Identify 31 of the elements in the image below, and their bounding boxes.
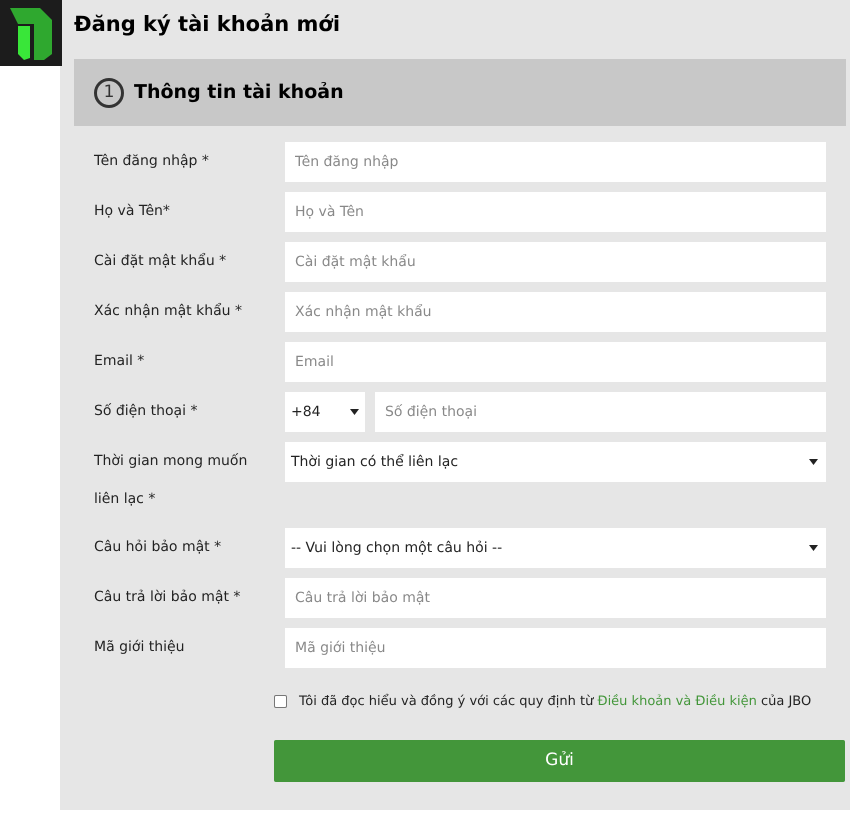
field-label: Họ và Tên* <box>94 202 171 221</box>
input-field[interactable]: Email <box>285 342 826 382</box>
field-label: Số điện thoại * <box>94 402 198 421</box>
phone-input[interactable]: Số điện thoại <box>375 392 826 432</box>
field-label: Thời gian mong muốn liên lạc * <box>94 452 248 509</box>
field-label: Tên đăng nhập * <box>94 152 210 171</box>
country-code-select[interactable]: +84 <box>285 392 365 432</box>
dropdown[interactable]: -- Vui lòng chọn một câu hỏi -- <box>285 528 826 568</box>
field-label: Câu trả lời bảo mật * <box>94 588 242 607</box>
input-field[interactable]: Cài đặt mật khẩu <box>285 242 826 282</box>
field-label: Email * <box>94 352 146 371</box>
agreement-text: Tôi đã đọc hiểu và đồng ý với các quy định từ Điều khoản và Điều kiện của JBO <box>299 692 812 711</box>
caret-icon <box>809 459 818 465</box>
input-field[interactable]: Tên đăng nhập <box>285 142 826 182</box>
section-title: Thông tin tài khoản <box>134 80 344 106</box>
caret-icon <box>350 409 359 415</box>
input-field[interactable]: Xác nhận mật khẩu <box>285 292 826 332</box>
field-label: Xác nhận mật khẩu * <box>94 302 244 321</box>
field-label: Cài đặt mật khẩu * <box>94 252 228 271</box>
dropdown[interactable]: Thời gian có thể liên lạc <box>285 442 826 482</box>
agree-checkbox[interactable] <box>274 695 287 708</box>
field-label: Câu hỏi bảo mật * <box>94 538 222 557</box>
input-field[interactable]: Mã giới thiệu <box>285 628 826 668</box>
caret-icon <box>809 545 818 551</box>
field-label: Mã giới thiệu <box>94 638 186 657</box>
page-title: Đăng ký tài khoản mới <box>74 11 342 38</box>
input-field[interactable]: Câu trả lời bảo mật <box>285 578 826 618</box>
submit-button[interactable]: Gửi <box>274 740 845 782</box>
step-number: 1 <box>94 78 124 108</box>
input-field[interactable]: Họ và Tên <box>285 192 826 232</box>
logo-icon <box>0 0 62 66</box>
